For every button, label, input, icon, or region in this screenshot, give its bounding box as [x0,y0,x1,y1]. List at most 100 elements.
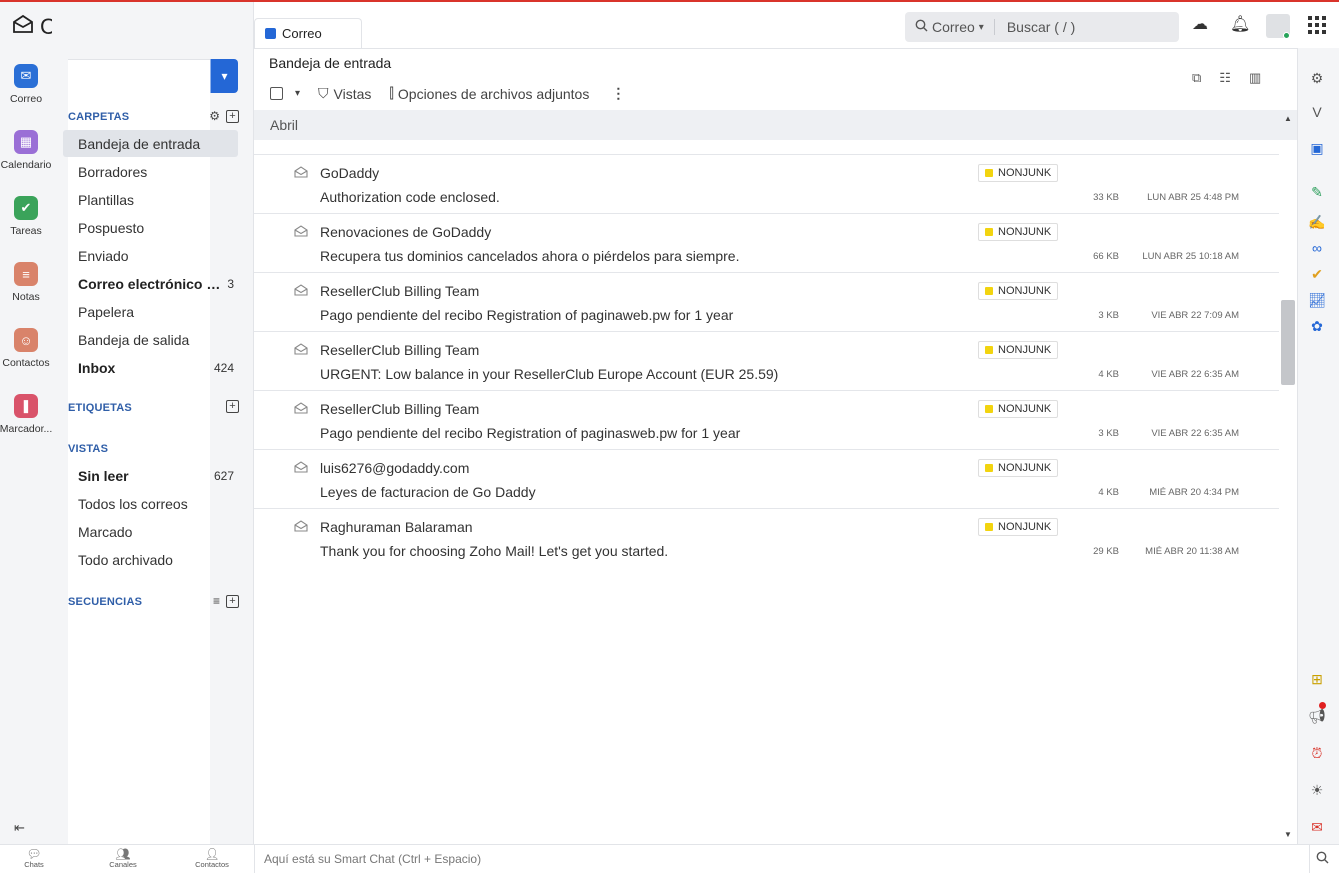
wallet-icon[interactable]: ▣ [1308,140,1326,157]
mail-icon: ✉ [14,64,38,88]
collapse-sidebar-icon[interactable]: ⇤ [14,820,25,836]
chats-button[interactable]: 💬︎ Chats [9,848,59,869]
views-heading[interactable]: VISTAS [68,443,108,455]
more-options-icon[interactable]: ⋮ [611,85,625,102]
tag-label: NONJUNK [998,462,1052,474]
channels-button[interactable]: 👥︎ Canales [98,848,148,869]
search-input[interactable]: Buscar ( / ) [995,19,1075,35]
email-subject: Authorization code enclosed. [320,189,500,205]
tab-correo[interactable]: Correo [254,18,362,48]
bell-icon[interactable]: 🔔︎ [1230,14,1250,34]
column-view-icon[interactable]: ▥ [1249,70,1261,86]
scrollbar[interactable]: ▲ ▼ [1279,110,1297,844]
tag-color-dot [985,464,993,472]
email-row[interactable]: Raghuraman Balaraman Thank you for choosi… [254,508,1279,567]
filter-icon[interactable]: ⛉ [318,85,329,102]
sequence-filter-icon[interactable]: ≡ [213,594,220,608]
date-group-header[interactable]: Abril [254,110,1297,140]
select-all-checkbox[interactable] [270,87,283,100]
chevron-down-icon[interactable]: ▾ [295,88,300,99]
reading-pane-icon[interactable]: ⧉ [1192,70,1201,86]
folders-heading[interactable]: CARPETAS [68,111,129,123]
app-grid-icon[interactable] [1308,16,1326,39]
contacts-button[interactable]: 👤︎ Contactos [187,848,237,869]
attachment-icon[interactable]: ⫿ [389,85,393,102]
folder-label: Pospuesto [78,219,145,236]
email-row[interactable]: GoDaddy Authorization code enclosed. NONJU… [254,154,1279,213]
email-row[interactable]: ResellerClub Billing Team Pago pendiente … [254,272,1279,331]
sticky-note-icon[interactable]: ⊞ [1308,671,1326,688]
chevron-down-icon: ▾ [978,21,984,33]
sequences-heading[interactable]: SECUENCIAS [68,596,142,608]
folder-count: 424 [213,360,234,375]
search-icon[interactable] [1316,851,1329,869]
email-sender: ResellerClub Billing Team [320,283,480,299]
vault-icon[interactable]: V [1308,104,1326,120]
attachment-options-button[interactable]: Opciones de archivos adjuntos [398,86,589,102]
view-item[interactable]: Todos los correos [63,490,238,517]
folder-item[interactable]: Bandeja de entrada [63,130,238,157]
add-sequence-icon[interactable]: + [226,594,239,608]
email-row[interactable]: Renovaciones de GoDaddy Recupera tus domi… [254,213,1279,272]
rail-item[interactable]: ❚ Marcador... [0,394,52,435]
tag-badge[interactable]: NONJUNK [978,164,1059,182]
folder-settings-icon[interactable]: ⚙ [209,109,220,123]
folder-item[interactable]: Borradores [63,158,238,185]
rail-item-label: Notas [12,291,40,303]
tag-badge[interactable]: NONJUNK [978,341,1059,359]
link-icon[interactable]: ∞ [1308,240,1326,256]
tag-badge[interactable]: NONJUNK [978,518,1059,536]
list-view-icon[interactable]: ☷ [1219,70,1231,86]
network-icon[interactable]: ✿ [1308,318,1326,335]
smart-chat-input[interactable]: Aquí está su Smart Chat (Ctrl + Espacio) [264,852,481,866]
email-row[interactable]: luis6276@godaddy.com Leyes de facturacion… [254,449,1279,508]
search-scope-label: Correo [932,19,975,35]
rail-item[interactable]: ▦ Calendario [0,130,52,171]
search-scope-select[interactable]: Correo ▾ [905,19,995,35]
add-tag-icon[interactable]: + [226,400,239,413]
integration-icon[interactable]: ✎ [1308,184,1326,201]
compose-dropdown-icon[interactable]: ▾ [210,59,238,93]
folder-item[interactable]: Enviado [63,242,238,269]
folder-item[interactable]: Correo electrónico no... 3 [63,270,238,297]
envelope-icon [294,225,308,240]
folder-item[interactable]: Inbox 424 [63,354,238,381]
rail-item-label: Marcador... [0,423,53,435]
analytics-icon[interactable]: 📈︎ [1308,292,1326,309]
add-folder-icon[interactable]: + [226,109,239,123]
rail-item[interactable]: ✉ Correo [0,64,52,105]
tags-heading[interactable]: ETIQUETAS [68,402,132,414]
cloud-sync-icon[interactable]: ☁ [1192,14,1208,34]
rail-item[interactable]: ≡ Notas [0,262,52,303]
folder-item[interactable]: Papelera [63,298,238,325]
folder-item[interactable]: Pospuesto [63,214,238,241]
folder-item[interactable]: Bandeja de salida [63,326,238,353]
tag-color-dot [985,405,993,413]
email-row[interactable]: ResellerClub Billing Team URGENT: Low bal… [254,331,1279,390]
checkmark-icon[interactable]: ✔ [1308,266,1326,283]
view-item[interactable]: Sin leer 627 [63,462,238,489]
settings-icon[interactable]: ⚙ [1308,70,1326,87]
tag-badge[interactable]: NONJUNK [978,400,1059,418]
compose-button[interactable]: Correo nuevo ▾ [68,59,238,855]
announcement-icon[interactable]: 📢︎ [1308,708,1326,725]
dark-mode-icon[interactable]: ☀ [1308,782,1326,799]
email-list: GoDaddy Authorization code enclosed. NONJU… [254,154,1279,567]
contact-person-icon: 👤︎ [204,847,220,861]
view-item[interactable]: Todo archivado [63,546,238,573]
rail-item[interactable]: ✔ Tareas [0,196,52,237]
scroll-thumb[interactable] [1281,300,1295,385]
view-item[interactable]: Marcado [63,518,238,545]
tag-badge[interactable]: NONJUNK [978,459,1059,477]
search-box[interactable]: Correo ▾ Buscar ( / ) [905,12,1179,42]
tag-badge[interactable]: NONJUNK [978,223,1059,241]
feedback-icon[interactable]: ✉ [1308,819,1326,836]
tag-badge[interactable]: NONJUNK [978,282,1059,300]
email-row[interactable]: ResellerClub Billing Team Pago pendiente … [254,390,1279,449]
channels-icon: 👥︎ [115,847,131,861]
sign-icon[interactable]: ✍ [1308,214,1326,231]
views-button[interactable]: Vistas [334,86,372,102]
alarm-icon[interactable]: ⏰︎ [1308,745,1326,762]
rail-item[interactable]: ☺ Contactos [0,328,52,369]
folder-item[interactable]: Plantillas [63,186,238,213]
